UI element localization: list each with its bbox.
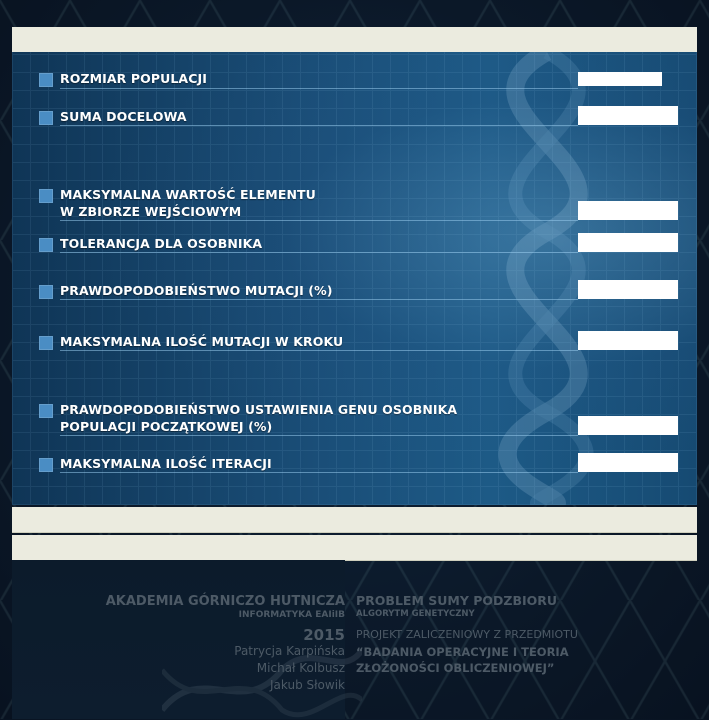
course-name-line: ZŁOŻONOŚCI OBLICZENIOWEJ”: [356, 661, 555, 675]
field-label: PRAWDOPODOBIEŃSTWO MUTACJI (%): [60, 283, 333, 298]
field-underline: [60, 125, 578, 126]
top-bar: [12, 27, 697, 53]
field-underline: [60, 299, 578, 300]
field-underline: [60, 472, 578, 473]
field-underline: [60, 220, 578, 221]
field-label: ROZMIAR POPULACJI: [60, 71, 207, 86]
bullet-icon: [39, 73, 53, 87]
field-label: TOLERANCJA DLA OSOBNIKA: [60, 236, 263, 251]
parameters-form-panel: ROZMIAR POPULACJI SUMA DOCELOWA MAKSYMAL…: [12, 52, 697, 505]
target-sum-input[interactable]: [578, 106, 678, 125]
tolerance-input[interactable]: [578, 233, 678, 252]
project-subtitle: ALGORYTM GENETYCZNY: [356, 609, 475, 619]
initial-gene-probability-input[interactable]: [578, 416, 678, 435]
field-underline: [60, 350, 578, 351]
bullet-icon: [39, 285, 53, 299]
action-bar[interactable]: [12, 507, 697, 533]
field-underline: [60, 252, 578, 253]
footer: AKADEMIA GÓRNICZO HUTNICZA INFORMATYKA E…: [12, 560, 697, 719]
field-underline: [60, 435, 578, 436]
project-title: PROBLEM SUMY PODZBIORU: [356, 593, 558, 608]
project-description-line: PROJEKT ZALICZENIOWY Z PRZEDMIOTU: [356, 628, 578, 641]
max-element-value-input[interactable]: [578, 201, 678, 220]
bullet-icon: [39, 238, 53, 252]
bullet-icon: [39, 111, 53, 125]
field-label-line1: PRAWDOPODOBIEŃSTWO USTAWIENIA GENU OSOBN…: [60, 402, 458, 417]
field-label: SUMA DOCELOWA: [60, 109, 187, 124]
max-mutations-input[interactable]: [578, 331, 678, 350]
field-underline: [60, 88, 578, 89]
course-name-line: “BADANIA OPERACYJNE I TEORIA: [356, 645, 569, 659]
year: 2015: [303, 626, 345, 644]
author-name: Jakub Słowik: [270, 678, 345, 692]
population-size-input[interactable]: [578, 72, 662, 86]
max-iterations-input[interactable]: [578, 453, 678, 472]
author-name: Patrycja Karpińska: [234, 644, 345, 658]
bullet-icon: [39, 189, 53, 203]
status-bar: [12, 535, 697, 561]
field-label-line2: W ZBIORZE WEJŚCIOWYM: [60, 204, 242, 219]
field-label: MAKSYMALNA ILOŚĆ MUTACJI W KROKU: [60, 334, 344, 349]
bullet-icon: [39, 404, 53, 418]
bullet-icon: [39, 458, 53, 472]
academy-name: AKADEMIA GÓRNICZO HUTNICZA: [105, 594, 345, 609]
field-label-line2: POPULACJI POCZĄTKOWEJ (%): [60, 419, 273, 434]
field-label-line1: MAKSYMALNA WARTOŚĆ ELEMENTU: [60, 187, 316, 202]
faculty-name: INFORMATYKA EAIiIB: [238, 610, 345, 620]
field-label: MAKSYMALNA ILOŚĆ ITERACJI: [60, 456, 272, 471]
mutation-probability-input[interactable]: [578, 280, 678, 299]
author-name: Michał Kolbusz: [256, 661, 345, 675]
bullet-icon: [39, 336, 53, 350]
